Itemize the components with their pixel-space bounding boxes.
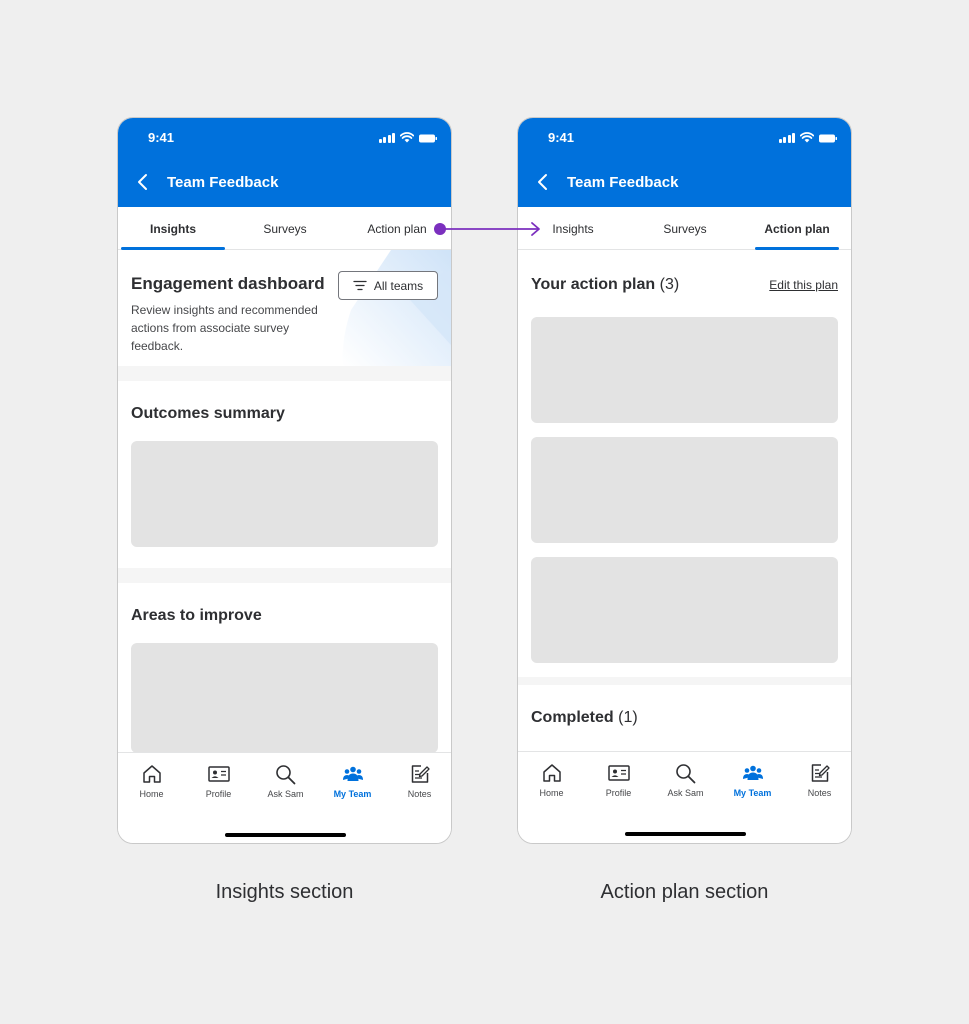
dashboard-title: Engagement dashboard: [131, 274, 325, 293]
nav-my-team[interactable]: My Team: [319, 763, 386, 799]
header-title: Team Feedback: [567, 174, 679, 191]
nav-profile[interactable]: Profile: [185, 763, 252, 799]
section-divider: [518, 677, 851, 685]
wifi-icon: [400, 132, 414, 143]
nav-notes[interactable]: Notes: [786, 762, 851, 798]
search-icon: [676, 763, 696, 783]
signal-icon: [778, 133, 795, 143]
notes-icon: [411, 765, 430, 783]
nav-home-label: Home: [539, 788, 564, 798]
wifi-icon: [800, 132, 814, 143]
nav-profile[interactable]: Profile: [585, 762, 652, 798]
nav-home[interactable]: Home: [118, 763, 185, 799]
insights-phone-screen: 9:41 Team Feedback Insights Surveys Acti…: [117, 117, 452, 844]
tab-bar: Insights Surveys Action plan: [518, 207, 851, 250]
filter-icon: [353, 280, 367, 291]
home-icon: [142, 765, 161, 783]
dashboard-description: Review insights and recommended actions …: [131, 303, 318, 353]
action-plan-count: (3): [659, 276, 680, 293]
bottom-navigation: Home Profile Ask Sam My Team Notes: [118, 752, 451, 843]
action-item-card[interactable]: [531, 317, 838, 423]
tab-insights[interactable]: Insights: [120, 207, 226, 250]
nav-home[interactable]: Home: [518, 762, 585, 798]
nav-ask-sam[interactable]: Ask Sam: [652, 762, 719, 798]
team-icon: [742, 765, 763, 780]
action-plan-title-text: Your action plan: [531, 276, 656, 293]
flow-arrow: [434, 222, 540, 236]
active-tab-indicator: [755, 247, 839, 250]
outcomes-summary-title: Outcomes summary: [131, 405, 285, 422]
status-time: 9:41: [548, 130, 575, 145]
areas-to-improve-card[interactable]: [131, 643, 438, 753]
action-plan-phone-screen: 9:41 Team Feedback Insights Surveys Acti…: [517, 117, 852, 844]
nav-ask-sam-label: Ask Sam: [267, 789, 304, 799]
nav-notes-label: Notes: [807, 788, 832, 798]
home-indicator: [625, 832, 746, 836]
status-time: 9:41: [148, 130, 175, 145]
app-header: 9:41 Team Feedback: [118, 118, 451, 207]
nav-my-team-label: My Team: [333, 789, 372, 799]
active-tab-indicator: [121, 247, 225, 250]
completed-count: (1): [618, 709, 638, 726]
dashboard-decoration: [342, 250, 451, 366]
search-icon: [276, 764, 296, 784]
status-icons: [378, 131, 437, 143]
action-plan-title: Your action plan (3): [531, 276, 679, 294]
bottom-navigation: Home Profile Ask Sam My Team Notes: [518, 751, 851, 843]
section-divider: [118, 366, 451, 381]
battery-icon: [419, 134, 437, 143]
team-filter-label: All teams: [373, 278, 424, 293]
insights-caption: Insights section: [215, 881, 354, 903]
header-title: Team Feedback: [167, 174, 279, 191]
nav-notes[interactable]: Notes: [386, 763, 451, 799]
home-indicator: [225, 833, 346, 837]
tab-surveys[interactable]: Surveys: [631, 207, 739, 250]
areas-to-improve-title: Areas to improve: [131, 607, 262, 624]
team-filter-button[interactable]: All teams: [338, 271, 438, 300]
nav-home-label: Home: [139, 789, 164, 799]
tab-action-plan[interactable]: Action plan: [744, 207, 850, 250]
edit-plan-link[interactable]: Edit this plan: [769, 278, 838, 292]
nav-my-team[interactable]: My Team: [719, 762, 786, 798]
outcomes-summary-card[interactable]: [131, 441, 438, 547]
app-header: 9:41 Team Feedback: [518, 118, 851, 207]
nav-notes-label: Notes: [407, 789, 432, 799]
action-item-card[interactable]: [531, 437, 838, 543]
section-divider: [118, 568, 451, 583]
nav-my-team-label: My Team: [733, 788, 772, 798]
notes-icon: [811, 764, 830, 782]
signal-icon: [378, 133, 395, 143]
tab-surveys[interactable]: Surveys: [231, 207, 339, 250]
nav-profile-label: Profile: [205, 789, 232, 799]
action-item-card[interactable]: [531, 557, 838, 663]
status-icons: [778, 131, 837, 143]
action-plan-caption: Action plan section: [600, 881, 769, 903]
nav-ask-sam[interactable]: Ask Sam: [252, 763, 319, 799]
id-card-icon: [607, 765, 630, 781]
nav-ask-sam-label: Ask Sam: [667, 788, 704, 798]
nav-profile-label: Profile: [605, 788, 632, 798]
back-chevron-icon[interactable]: [536, 173, 550, 191]
team-icon: [342, 766, 363, 781]
back-chevron-icon[interactable]: [136, 173, 150, 191]
tab-bar: Insights Surveys Action plan: [118, 207, 451, 250]
home-icon: [542, 764, 561, 782]
battery-icon: [819, 134, 837, 143]
completed-title-text: Completed: [531, 709, 614, 726]
id-card-icon: [207, 766, 230, 782]
completed-title: Completed (1): [531, 709, 638, 727]
